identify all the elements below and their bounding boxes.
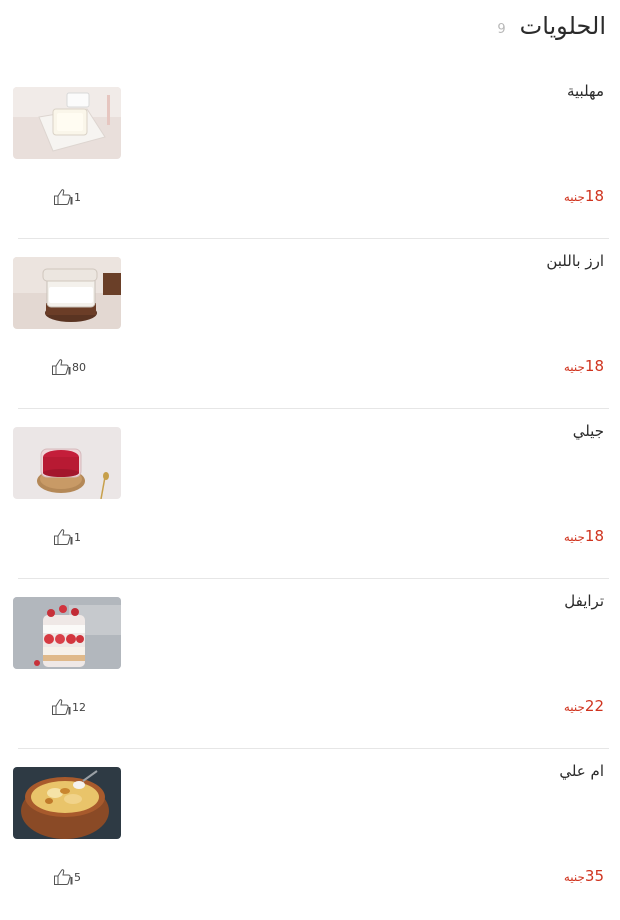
item-name[interactable]: ارز باللبن bbox=[546, 252, 604, 270]
item-likes: 12 bbox=[51, 698, 86, 716]
item-likes: 1 bbox=[53, 528, 81, 546]
thumbs-up-icon bbox=[54, 869, 73, 885]
item-divider bbox=[18, 408, 609, 409]
like-button[interactable] bbox=[51, 358, 71, 376]
item-price: 22 جنيه bbox=[564, 697, 604, 715]
item-name[interactable]: ترايفل bbox=[564, 592, 604, 610]
item-image[interactable] bbox=[13, 597, 121, 669]
item-name[interactable]: جيلي bbox=[573, 422, 604, 440]
menu-item[interactable]: جيلي 18 جنيه 1 bbox=[0, 410, 620, 580]
like-button[interactable] bbox=[53, 188, 73, 206]
price-value: 18 bbox=[584, 357, 604, 375]
price-value: 18 bbox=[584, 187, 604, 205]
item-price: 18 جنيه bbox=[564, 357, 604, 375]
om-ali-photo bbox=[13, 767, 121, 839]
section-header: الحلويات 9 bbox=[0, 6, 606, 46]
section-item-count: 9 bbox=[497, 21, 506, 37]
like-button[interactable] bbox=[53, 528, 73, 546]
price-value: 18 bbox=[584, 527, 604, 545]
item-divider bbox=[18, 578, 609, 579]
item-divider bbox=[18, 238, 609, 239]
item-price: 35 جنيه bbox=[564, 867, 604, 885]
like-count: 1 bbox=[74, 190, 81, 204]
like-count: 1 bbox=[74, 530, 81, 544]
like-count: 12 bbox=[72, 700, 86, 714]
item-name[interactable]: مهلبية bbox=[567, 82, 604, 100]
menu-item-list: مهلبية 18 جنيه 1 ارز باللبن 18 جنيه 80 ج… bbox=[0, 70, 620, 920]
section-title: الحلويات bbox=[519, 12, 606, 40]
trifle-photo bbox=[13, 597, 121, 669]
item-price: 18 جنيه bbox=[564, 527, 604, 545]
menu-item[interactable]: مهلبية 18 جنيه 1 bbox=[0, 70, 620, 240]
item-divider bbox=[18, 748, 609, 749]
thumbs-up-icon bbox=[54, 529, 73, 545]
thumbs-up-icon bbox=[52, 699, 71, 715]
item-image[interactable] bbox=[13, 427, 121, 499]
thumbs-up-icon bbox=[54, 189, 73, 205]
menu-item[interactable]: ترايفل 22 جنيه 12 bbox=[0, 580, 620, 750]
item-likes: 5 bbox=[53, 868, 81, 886]
muhallabia-photo bbox=[13, 87, 121, 159]
price-value: 22 bbox=[584, 697, 604, 715]
thumbs-up-icon bbox=[52, 359, 71, 375]
rice-pudding-photo bbox=[13, 257, 121, 329]
price-currency: جنيه bbox=[563, 530, 585, 544]
like-count: 80 bbox=[72, 360, 86, 374]
jelly-photo bbox=[13, 427, 121, 499]
item-likes: 80 bbox=[51, 358, 86, 376]
like-button[interactable] bbox=[53, 868, 73, 886]
price-currency: جنيه bbox=[563, 870, 585, 884]
item-image[interactable] bbox=[13, 87, 121, 159]
item-price: 18 جنيه bbox=[564, 187, 604, 205]
price-currency: جنيه bbox=[563, 700, 585, 714]
like-count: 5 bbox=[74, 870, 81, 884]
item-likes: 1 bbox=[53, 188, 81, 206]
like-button[interactable] bbox=[51, 698, 71, 716]
menu-item[interactable]: ام علي 35 جنيه 5 bbox=[0, 750, 620, 920]
price-currency: جنيه bbox=[563, 190, 585, 204]
menu-item[interactable]: ارز باللبن 18 جنيه 80 bbox=[0, 240, 620, 410]
item-image[interactable] bbox=[13, 257, 121, 329]
item-image[interactable] bbox=[13, 767, 121, 839]
price-currency: جنيه bbox=[563, 360, 585, 374]
item-name[interactable]: ام علي bbox=[559, 762, 604, 780]
price-value: 35 bbox=[584, 867, 604, 885]
